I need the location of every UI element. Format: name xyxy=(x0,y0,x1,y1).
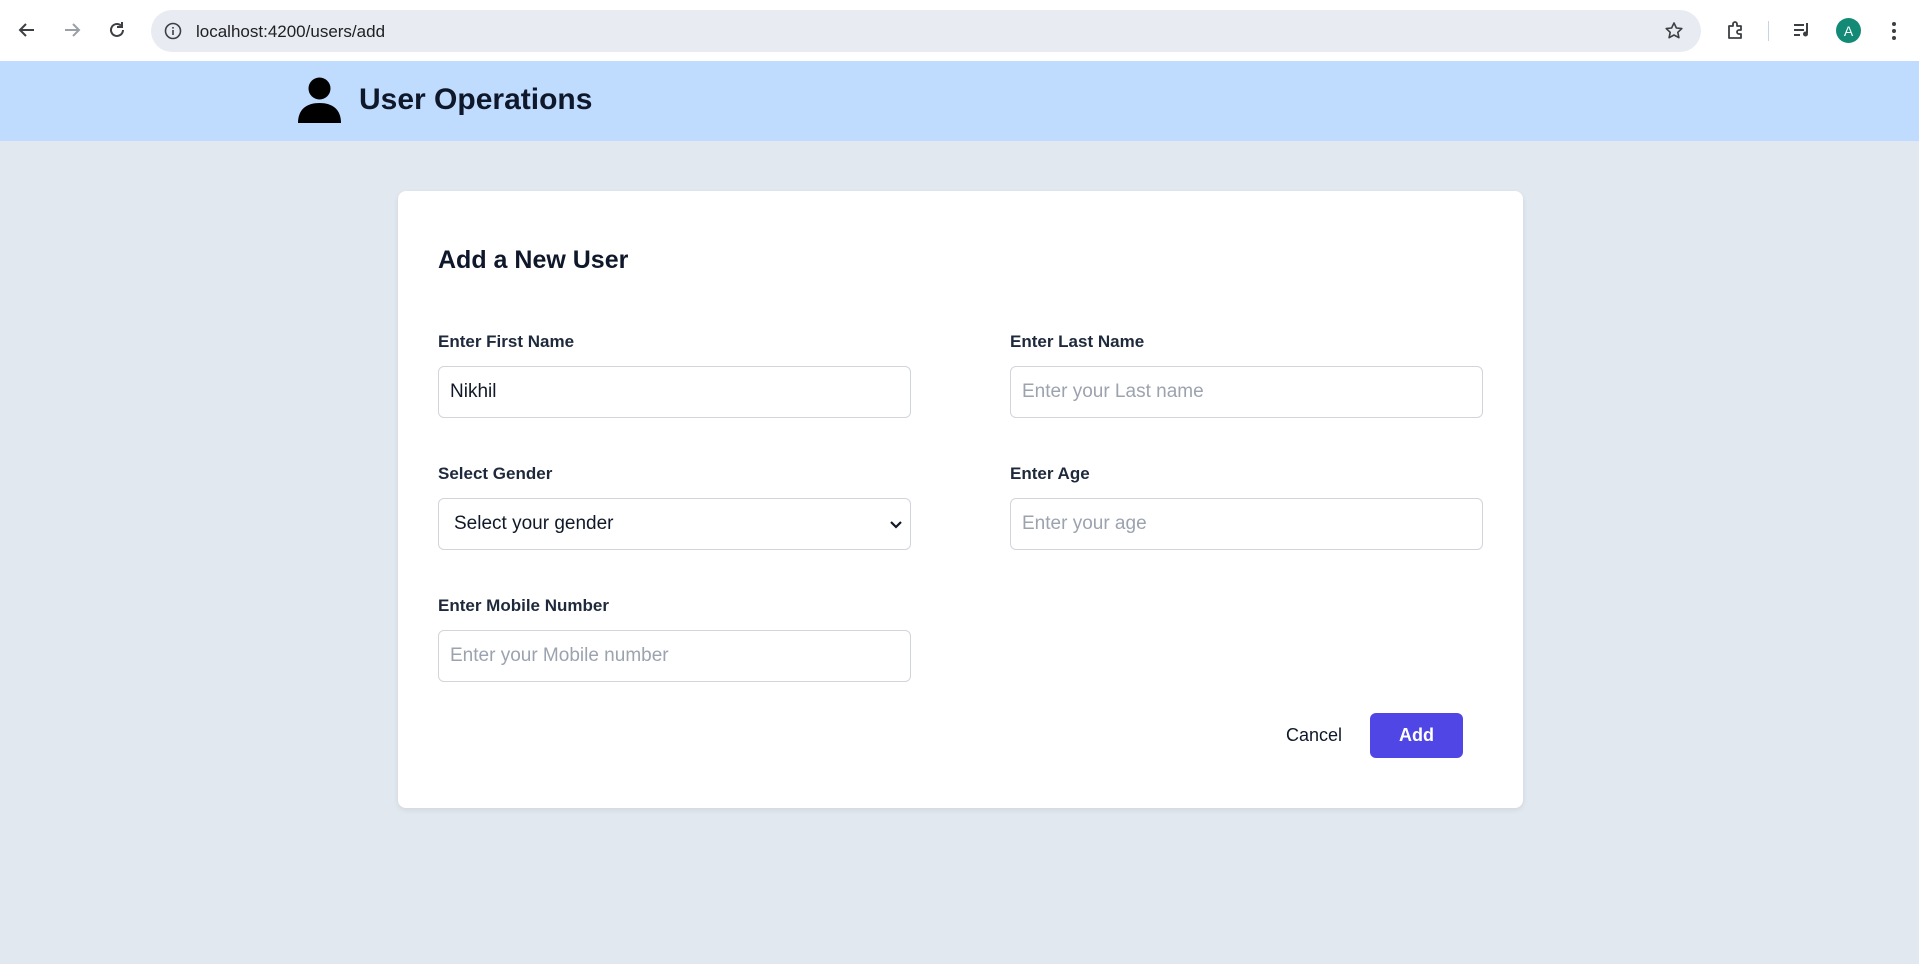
back-button[interactable] xyxy=(9,12,45,48)
arrow-left-icon xyxy=(18,23,34,37)
last-name-label: Enter Last Name xyxy=(1010,332,1145,351)
add-button[interactable]: Add xyxy=(1370,713,1463,758)
playlist-icon[interactable] xyxy=(1788,16,1816,44)
user-icon xyxy=(298,77,341,123)
arrow-right-icon xyxy=(65,23,81,37)
gender-select[interactable]: Select your gender xyxy=(438,498,911,550)
reload-button[interactable] xyxy=(99,12,135,48)
mobile-label: Enter Mobile Number xyxy=(438,596,609,615)
star-icon[interactable] xyxy=(1663,20,1685,42)
chevron-down-icon xyxy=(890,521,902,529)
form-title: Add a New User xyxy=(438,246,629,274)
gender-label: Select Gender xyxy=(438,464,553,483)
age-input[interactable] xyxy=(1010,498,1483,550)
reload-icon xyxy=(110,22,124,37)
url-text[interactable]: localhost:4200/users/add xyxy=(196,22,385,42)
mobile-input[interactable] xyxy=(438,630,911,682)
app-title: User Operations xyxy=(359,83,593,116)
last-name-input[interactable] xyxy=(1010,366,1483,418)
add-user-card: Add a New User Enter First Name Enter La… xyxy=(398,191,1523,808)
app-header: User Operations xyxy=(0,61,1919,141)
cancel-button[interactable]: Cancel xyxy=(1274,713,1354,757)
info-icon[interactable] xyxy=(163,21,183,41)
age-label: Enter Age xyxy=(1010,464,1090,483)
puzzle-icon[interactable] xyxy=(1722,16,1750,44)
address-bar[interactable]: localhost:4200/users/add xyxy=(151,10,1701,52)
forward-button[interactable] xyxy=(54,12,90,48)
first-name-input[interactable] xyxy=(438,366,911,418)
browser-toolbar: localhost:4200/users/add A xyxy=(0,0,1919,61)
gender-select-value: Select your gender xyxy=(454,513,614,534)
more-vert-icon[interactable] xyxy=(1884,18,1904,44)
avatar[interactable]: A xyxy=(1836,18,1861,43)
first-name-label: Enter First Name xyxy=(438,332,575,351)
toolbar-divider xyxy=(1768,21,1769,41)
